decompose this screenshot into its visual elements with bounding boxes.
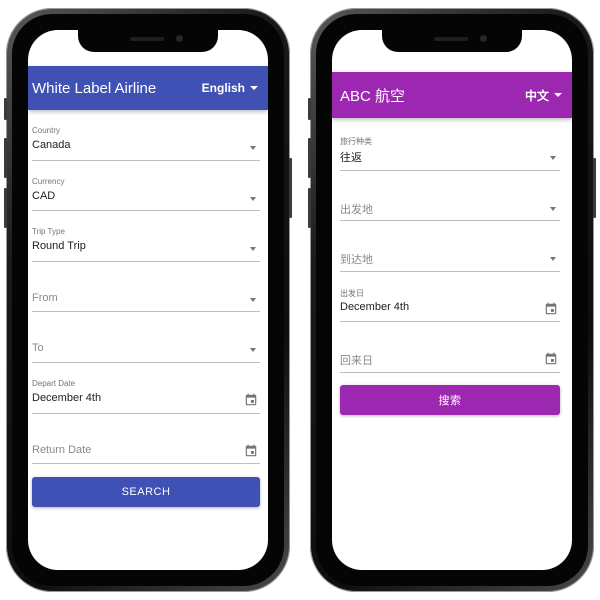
depart-date-field[interactable]: 出发日 December 4th	[340, 272, 560, 323]
from-placeholder: From	[32, 291, 58, 304]
calendar-icon[interactable]	[544, 302, 558, 316]
return-date-placeholder: Return Date	[32, 443, 92, 456]
return-date-field[interactable]: Return Date	[32, 414, 260, 465]
from-placeholder: 出发地	[340, 203, 373, 216]
chevron-down-icon	[250, 86, 258, 90]
language-label: 中文	[524, 88, 549, 103]
airline-title: White Label Airline	[32, 79, 157, 97]
dropdown-arrow-icon	[250, 297, 256, 302]
depart-date-label: 出发日	[340, 288, 364, 298]
dropdown-arrow-icon	[550, 257, 556, 262]
dropdown-arrow-icon	[250, 196, 256, 201]
trip-type-label: Trip Type	[32, 227, 65, 237]
depart-date-field[interactable]: Depart Date December 4th	[32, 363, 260, 414]
return-date-placeholder: 回来日	[340, 355, 373, 368]
country-value: Canada	[32, 139, 71, 151]
screen-chinese: ABC 航空 中文 旅行种类 往返 出发地 到达地 出发日 December 4…	[332, 30, 572, 570]
language-selector[interactable]: 中文	[525, 87, 562, 104]
to-placeholder: To	[32, 342, 44, 355]
notch	[382, 30, 522, 52]
return-date-field[interactable]: 回来日	[340, 322, 560, 373]
from-select[interactable]: From	[32, 262, 260, 313]
screen-english: White Label Airline English Country Cana…	[28, 30, 268, 570]
currency-value: CAD	[32, 189, 56, 202]
booking-form: 旅行种类 往返 出发地 到达地 出发日 December 4th 回来日	[340, 120, 560, 373]
calendar-icon[interactable]	[244, 444, 258, 458]
country-select[interactable]: Country Canada	[32, 110, 260, 161]
airline-title: ABC 航空	[340, 87, 406, 105]
language-selector[interactable]: English	[202, 81, 258, 95]
to-select[interactable]: 到达地	[340, 221, 560, 272]
currency-label: Currency	[32, 176, 65, 186]
speaker-grille	[130, 37, 164, 41]
camera-icon	[480, 35, 487, 42]
from-select[interactable]: 出发地	[340, 171, 560, 222]
dropdown-arrow-icon	[550, 156, 556, 160]
app-bar: ABC 航空 中文	[332, 72, 572, 118]
country-label: Country	[32, 126, 61, 135]
phone-frame-english: White Label Airline English Country Cana…	[4, 8, 292, 592]
booking-form: Country Canada Currency CAD Trip Type Ro…	[32, 110, 260, 465]
chevron-down-icon	[554, 93, 562, 97]
trip-type-select[interactable]: 旅行种类 往返	[340, 120, 560, 171]
search-button[interactable]: 搜索	[340, 385, 560, 415]
app-bar: White Label Airline English	[28, 66, 268, 110]
trip-type-select[interactable]: Trip Type Round Trip	[32, 211, 260, 262]
calendar-icon[interactable]	[244, 393, 258, 407]
trip-type-label: 旅行种类	[340, 137, 372, 146]
speaker-grille	[434, 37, 468, 41]
trip-type-value: Round Trip	[32, 240, 86, 253]
currency-select[interactable]: Currency CAD	[32, 161, 260, 212]
phone-frame-chinese: ABC 航空 中文 旅行种类 往返 出发地 到达地 出发日 December 4…	[308, 8, 596, 592]
depart-date-value: December 4th	[340, 300, 410, 313]
language-label: English	[201, 81, 245, 95]
dropdown-arrow-icon	[250, 348, 256, 353]
depart-date-label: Depart Date	[32, 378, 76, 388]
search-button[interactable]: SEARCH	[32, 477, 260, 507]
depart-date-value: December 4th	[32, 391, 102, 404]
notch	[78, 30, 218, 52]
to-select[interactable]: To	[32, 312, 260, 363]
calendar-icon[interactable]	[544, 352, 558, 366]
dropdown-arrow-icon	[250, 247, 256, 252]
dropdown-arrow-icon	[250, 146, 256, 150]
camera-icon	[176, 35, 183, 42]
to-placeholder: 到达地	[340, 254, 373, 267]
trip-type-value: 往返	[340, 152, 362, 164]
dropdown-arrow-icon	[550, 206, 556, 211]
